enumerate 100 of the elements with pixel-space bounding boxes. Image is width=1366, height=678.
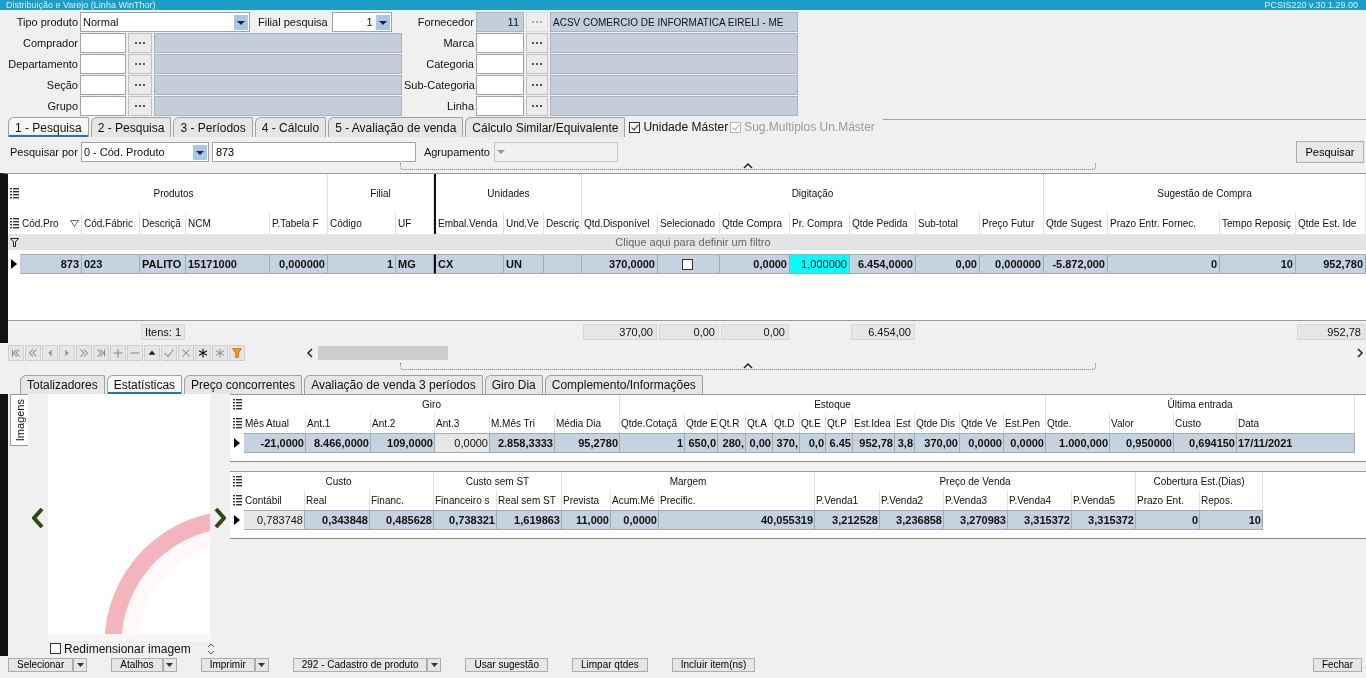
table-cell: 3,212528 [815, 510, 880, 530]
tab[interactable]: Cálculo Similar/Equivalente [465, 117, 626, 137]
last-record-icon[interactable] [93, 345, 109, 361]
previous-image-icon[interactable] [32, 507, 44, 528]
dropdown-field[interactable]: Normal [80, 12, 250, 32]
description-field: ACSV COMERCIO DE INFORMATICA EIRELI - ME [550, 12, 798, 32]
splitter-handle[interactable] [400, 363, 1096, 370]
lookup-button[interactable] [128, 75, 152, 95]
table-cell: CX [434, 254, 504, 274]
table-cell-editor[interactable]: 1,000000 [790, 254, 850, 274]
dropdown-field[interactable]: 0 - Cód. Produto [80, 142, 209, 162]
search-field[interactable]: 873 [211, 142, 416, 162]
column-group-header: Custo [325, 475, 352, 487]
text-field[interactable] [80, 96, 126, 116]
table-cell [544, 254, 582, 274]
ellipsis-icon [134, 41, 146, 45]
table-cell: 0,0000 [960, 433, 1004, 453]
checkbox-label: Sug.Multiplos Un.Máster [744, 120, 875, 134]
tab[interactable]: 3 - Períodos [173, 117, 253, 137]
text-field[interactable] [80, 33, 126, 53]
table-cell: 109,0000 [371, 433, 435, 453]
field-label: Agrupamento [423, 146, 490, 158]
table-cell: 3,315372 [1008, 510, 1072, 530]
ellipsis-icon [134, 62, 146, 66]
table-cell: 0,343848 [305, 510, 370, 530]
checkbox[interactable] [629, 121, 641, 133]
tab[interactable]: Preço concorrentes [184, 375, 303, 394]
text-field[interactable] [476, 75, 524, 95]
field-label: Seção [45, 79, 78, 91]
tab[interactable]: 2 - Pesquisa [90, 117, 172, 137]
filter-row-hint[interactable]: Clique aqui para definir um filtro [615, 236, 771, 248]
column-chooser-icon[interactable] [232, 398, 242, 410]
column-chooser-icon[interactable] [232, 475, 242, 487]
table-cell: 650,0 [685, 433, 718, 453]
first-record-icon[interactable] [8, 345, 24, 361]
text-field[interactable] [476, 96, 524, 116]
current-row-icon [234, 515, 240, 525]
button[interactable]: 292 - Cadastro de produto [292, 658, 428, 672]
column-chooser-icon[interactable] [232, 417, 242, 429]
button[interactable]: Imprimir [200, 658, 255, 672]
lookup-button[interactable] [526, 96, 548, 116]
horizontal-scrollbar[interactable] [306, 345, 1366, 361]
lookup-button[interactable] [128, 33, 152, 53]
table-cell: 40,055319 [659, 510, 815, 530]
table-cell: 8.466,0000 [306, 433, 371, 453]
text-field[interactable] [476, 33, 524, 53]
up-icon[interactable] [144, 345, 160, 361]
window-title: Distribuição e Varejo (Linha WinThor) [6, 0, 156, 10]
caret-down-icon [76, 663, 84, 667]
lookup-button[interactable] [128, 96, 152, 116]
column-group-header: Unidades [487, 187, 530, 199]
asterisk-icon[interactable] [195, 345, 211, 361]
ellipsis-icon [134, 104, 146, 108]
checkbox[interactable] [681, 258, 693, 270]
next-image-icon[interactable] [214, 507, 226, 528]
table-cell: 952,780 [1296, 254, 1366, 274]
lookup-button[interactable] [526, 33, 548, 53]
tab[interactable]: 4 - Cálculo [254, 117, 327, 137]
column-chooser-icon[interactable] [232, 494, 242, 506]
side-tab[interactable]: Imagens [10, 394, 28, 446]
column-chooser-icon[interactable] [9, 187, 19, 199]
scroll-right-icon[interactable] [1356, 348, 1364, 358]
tab[interactable]: 5 - Avaliação de venda [328, 117, 464, 137]
column-chooser-icon[interactable] [9, 217, 19, 229]
lookup-button[interactable] [526, 75, 548, 95]
button[interactable]: Selecionar [8, 658, 74, 672]
tab[interactable]: Estatísticas [106, 375, 183, 394]
table-cell: 95,2780 [555, 433, 620, 453]
button[interactable]: Usar sugestão [465, 658, 548, 672]
splitter-handle[interactable] [400, 163, 1096, 170]
tab[interactable]: 1 - Pesquisa [8, 117, 89, 137]
tab[interactable]: Giro Dia [484, 375, 543, 394]
field-label: Categoria [425, 58, 474, 70]
text-field[interactable] [476, 54, 524, 74]
text-field[interactable] [80, 54, 126, 74]
button[interactable]: Fechar [1312, 658, 1362, 672]
tab[interactable]: Totalizadores [20, 375, 105, 394]
dropdown-button[interactable] [427, 658, 442, 672]
version-label: PCSIS220 v.30.1.29.00 [1264, 0, 1358, 10]
lookup-button[interactable] [526, 54, 548, 74]
scroll-left-icon[interactable] [306, 348, 314, 358]
lookup-button[interactable] [128, 54, 152, 74]
button[interactable]: Incluir item(ns) [671, 658, 756, 672]
column-group-header: Filial [370, 187, 391, 199]
dropdown-arrow-icon [496, 150, 505, 154]
ellipsis-icon [531, 20, 543, 24]
tab[interactable]: Complemento/Informações [544, 375, 703, 394]
button[interactable]: Limpar qtdes [571, 658, 648, 672]
search-button[interactable]: Pesquisar [1296, 141, 1364, 163]
summary-cell: 0,00 [721, 324, 789, 340]
dropdown-button[interactable] [73, 658, 88, 672]
button[interactable]: Atalhos [111, 658, 163, 672]
text-field[interactable] [80, 75, 126, 95]
table-cell: 6.454,0000 [850, 254, 916, 274]
tab[interactable]: Avaliação de venda 3 períodos [304, 375, 483, 394]
checkbox-label: Unidade Máster [643, 120, 729, 134]
filter-icon[interactable] [9, 237, 19, 247]
table-cell: 370,0000 [582, 254, 658, 274]
checkbox[interactable] [50, 643, 61, 654]
dropdown-field[interactable]: 1 [331, 12, 392, 32]
